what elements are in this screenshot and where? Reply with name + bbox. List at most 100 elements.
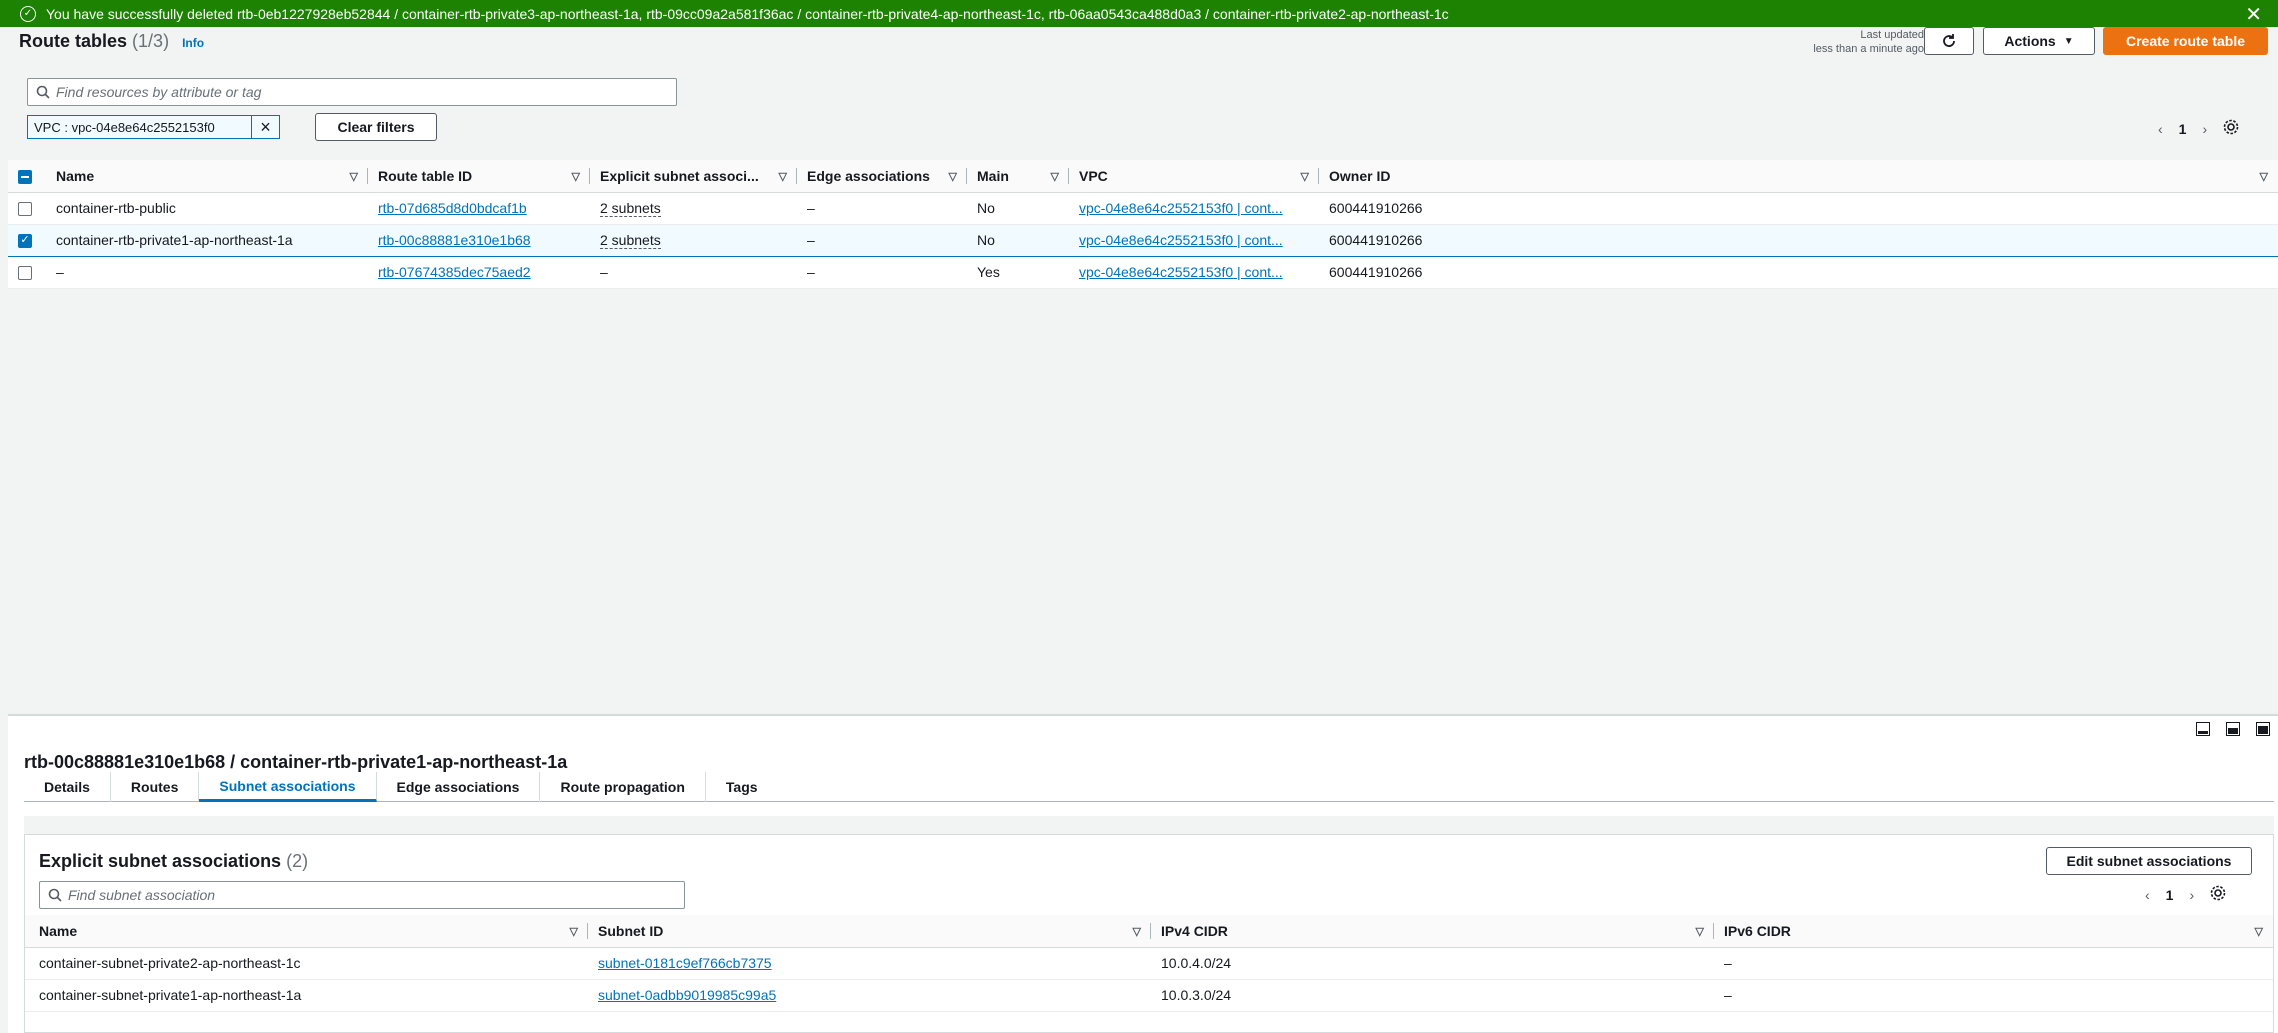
column-header[interactable]: Route table ID ▽ [368,160,590,193]
search-icon [36,85,50,99]
last-updated-label: Last updated [1860,29,1924,41]
chevron-right-icon[interactable]: › [2189,887,2194,903]
column-header[interactable]: Edge associations ▽ [797,160,967,193]
filter-token-text: VPC : vpc-04e8e64c2552153f0 [34,119,215,135]
table-row: container-subnet-private1-ap-northeast-1… [25,979,2273,1012]
subnet-search-input[interactable]: Find subnet association [39,881,685,909]
page-number[interactable]: 1 [2179,121,2187,137]
column-header[interactable]: IPv4 CIDR ▽ [1151,915,1714,948]
subnet-search-placeholder: Find subnet association [68,887,216,903]
table-row: container-subnet-private2-ap-northeast-1… [25,947,2273,980]
last-updated: Last updated less than a minute ago [1748,28,1924,56]
route-table-id-link[interactable]: rtb-07d685d8d0bdcaf1b [378,200,527,216]
cell-name: container-subnet-private1-ap-northeast-1… [25,979,588,1012]
chevron-left-icon[interactable]: ‹ [2158,121,2163,137]
search-input[interactable]: Find resources by attribute or tag [27,78,677,106]
close-icon[interactable]: ✕ [2245,2,2262,27]
info-link[interactable]: Info [182,36,204,50]
row-checkbox[interactable] [8,256,46,289]
check-circle-icon: ✓ [20,5,36,22]
edit-subnet-associations-button[interactable]: Edit subnet associations [2046,847,2252,875]
page-title: Route tables (1/3) Info [19,31,204,52]
cell-edge: – [797,223,967,257]
last-updated-value: less than a minute ago [1813,43,1924,55]
subnet-id-link[interactable]: subnet-0181c9ef766cb7375 [598,955,772,971]
column-header[interactable]: IPv6 CIDR ▽ [1714,915,2273,948]
tab-content-gap [24,816,2274,834]
panel-split-icon[interactable] [2226,722,2240,736]
table-row[interactable]: – rtb-07674385dec75aed2 – – Yes vpc-04e8… [8,256,2278,289]
section-count: (2) [286,851,309,871]
column-header[interactable]: Owner ID ▽ [1319,160,2278,193]
subnet-id-link[interactable]: subnet-0adbb9019985c99a5 [598,987,776,1003]
detail-tabs: Details Routes Subnet associations Edge … [24,772,2274,802]
tab-route-propagation[interactable]: Route propagation [540,772,706,802]
cell-name: container-rtb-public [46,192,368,225]
panel-maximize-icon[interactable] [2256,722,2270,736]
table-header-row: Name ▽ Route table ID ▽ Explicit subnet as… [8,160,2278,193]
settings-gear-icon[interactable] [2223,119,2239,138]
tab-edge-associations[interactable]: Edge associations [377,772,541,802]
title-count: (1/3) [132,31,170,51]
select-all-checkbox[interactable] [8,160,46,193]
settings-gear-icon[interactable] [2210,885,2226,904]
table-header-row: Name ▽ Subnet ID ▽ IPv4 CIDR ▽ IPv6 CIDR ▽ [25,915,2273,948]
panel-layout-controls [2196,722,2270,736]
panel-minimize-icon[interactable] [2196,722,2210,736]
section-title-text: Explicit subnet associations [39,851,282,871]
section-title: Explicit subnet associations (2) [39,851,308,872]
tab-routes[interactable]: Routes [111,772,200,802]
column-header[interactable]: Name ▽ [25,915,588,948]
cell-ipv6: – [1714,947,2273,980]
table-row[interactable]: ✓ container-rtb-private1-ap-northeast-1a… [8,223,2278,257]
actions-label: Actions [2004,33,2056,49]
chevron-right-icon[interactable]: › [2202,121,2207,137]
clear-filters-button[interactable]: Clear filters [315,113,437,141]
filter-token: VPC : vpc-04e8e64c2552153f0 × [27,115,280,139]
tab-subnet-associations[interactable]: Subnet associations [199,772,377,802]
cell-owner: 600441910266 [1319,256,2278,289]
create-route-table-button[interactable]: Create route table [2103,27,2268,55]
search-placeholder: Find resources by attribute or tag [56,84,262,100]
column-header[interactable]: Main ▽ [967,160,1069,193]
refresh-button[interactable] [1924,27,1974,55]
actions-button[interactable]: Actions ▼ [1983,27,2095,55]
cell-name: container-rtb-private1-ap-northeast-1a [46,223,368,257]
cell-ipv4: 10.0.4.0/24 [1151,947,1714,980]
refresh-icon [1943,34,1955,47]
subnet-pagination: ‹ 1 › [2145,885,2226,904]
subnets-popover[interactable]: 2 subnets [600,232,661,249]
row-checkbox[interactable]: ✓ [8,223,46,257]
cell-main: No [967,223,1069,257]
column-header[interactable]: VPC ▽ [1069,160,1319,193]
page-number[interactable]: 1 [2166,887,2174,903]
chevron-left-icon[interactable]: ‹ [2145,887,2150,903]
row-checkbox[interactable] [8,192,46,225]
route-table-id-link[interactable]: rtb-00c88881e310e1b68 [378,232,531,248]
vpc-link[interactable]: vpc-04e8e64c2552153f0 | cont... [1079,264,1283,280]
column-header[interactable]: Name ▽ [46,160,368,193]
cell-ipv6: – [1714,979,2273,1012]
cell-main: No [967,192,1069,225]
subnets-popover[interactable]: 2 subnets [600,200,661,217]
remove-filter-icon[interactable]: × [251,116,279,138]
cell-edge: – [797,256,967,289]
caret-down-icon: ▼ [2063,35,2074,47]
cell-name: – [46,256,368,289]
cell-main: Yes [967,256,1069,289]
cell-edge: – [797,192,967,225]
column-header[interactable]: Subnet ID ▽ [588,915,1151,948]
flash-message: You have successfully deleted rtb-0eb122… [46,5,1449,22]
cell-subnets: – [590,256,797,289]
subnet-associations-table: Name ▽ Subnet ID ▽ IPv4 CIDR ▽ IPv6 CIDR ▽ c… [25,915,2273,1012]
pagination: ‹ 1 › [2158,119,2239,138]
column-header[interactable]: Explicit subnet associ... ▽ [590,160,797,193]
cell-name: container-subnet-private2-ap-northeast-1… [25,947,588,980]
vpc-link[interactable]: vpc-04e8e64c2552153f0 | cont... [1079,232,1283,248]
table-row[interactable]: container-rtb-public rtb-07d685d8d0bdcaf… [8,192,2278,225]
search-icon [48,888,62,902]
tab-tags[interactable]: Tags [706,772,778,802]
vpc-link[interactable]: vpc-04e8e64c2552153f0 | cont... [1079,200,1283,216]
tab-details[interactable]: Details [24,772,111,802]
route-table-id-link[interactable]: rtb-07674385dec75aed2 [378,264,531,280]
